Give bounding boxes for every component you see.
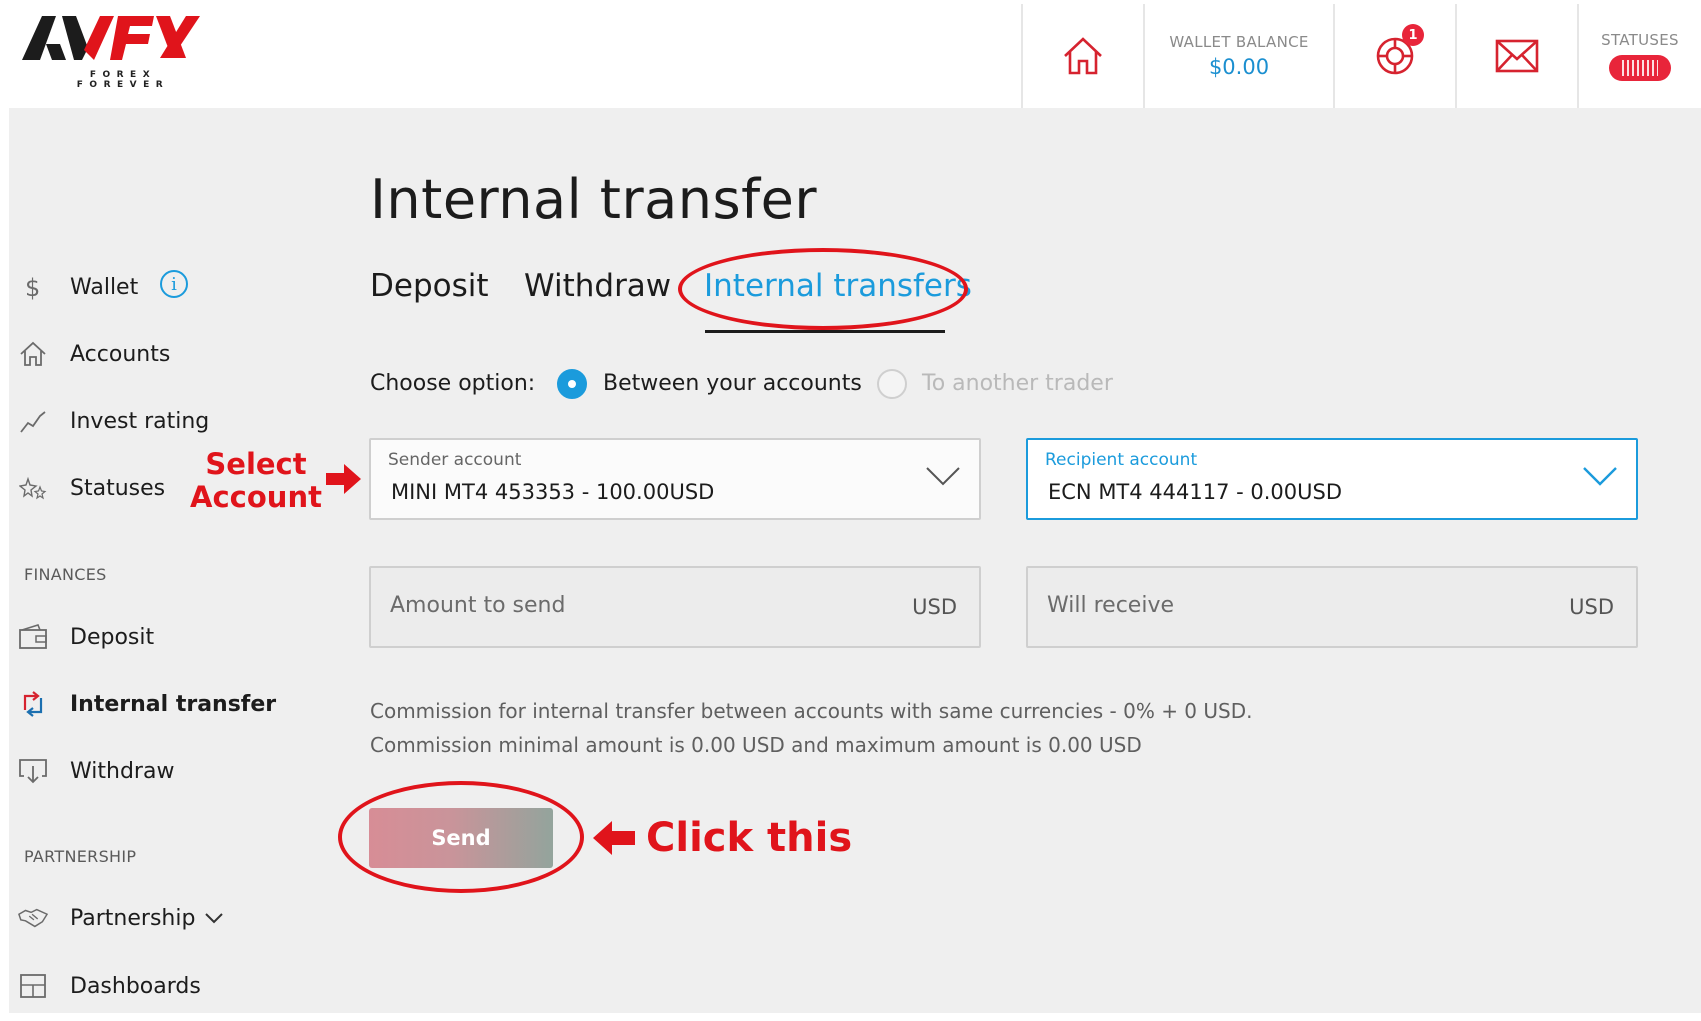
chevron-down-icon [1583,467,1617,486]
wallet-balance-caption: WALLET BALANCE [1169,33,1309,51]
transfer-icon [18,689,48,719]
top-header: FOREX FOREVER WALLET BALANCE $0.00 1 STA… [0,0,1701,108]
home-icon [18,339,48,369]
status-battery-icon [1609,55,1671,81]
amount-to-send-field[interactable]: Amount to send USD [369,566,981,648]
avfx-logo[interactable]: FOREX FOREVER [22,14,207,90]
dollar-icon: $ [18,272,48,302]
annotation-click-this: Click this [646,815,853,861]
svg-text:$: $ [25,274,40,301]
sidebar-item-label: Withdraw [70,758,175,784]
main-content [9,108,1701,1021]
sidebar-item-label: Accounts [70,341,171,367]
logo-mark [22,16,200,60]
sender-account-select[interactable]: Sender account MINI MT4 453353 - 100.00U… [369,438,981,520]
statuses-caption: STATUSES [1601,31,1679,49]
page-title: Internal transfer [370,168,818,231]
recipient-account-caption: Recipient account [1045,450,1198,470]
sidebar-item-label: Dashboards [70,973,201,999]
recipient-account-value: ECN MT4 444117 - 0.00USD [1048,480,1343,504]
chevron-down-icon[interactable] [204,912,224,924]
stars-icon [18,473,48,503]
notification-badge: 1 [1402,24,1424,46]
commission-note: Commission for internal transfer between… [370,699,1253,723]
sidebar-item-invest-rating[interactable]: Invest rating [18,401,209,441]
chevron-down-icon [926,467,960,486]
chart-line-icon [18,406,48,436]
sidebar-item-accounts[interactable]: Accounts [18,334,170,374]
commission-limits-note: Commission minimal amount is 0.00 USD an… [370,733,1142,757]
sidebar-item-withdraw[interactable]: Withdraw [18,751,174,791]
logo-tagline: FOREX FOREVER [76,70,170,90]
wallet-balance-value: $0.00 [1208,55,1270,79]
sidebar-item-label: Partnership [70,905,196,931]
sidebar-item-dashboards[interactable]: Dashboards [18,966,201,1006]
dashboard-icon [18,971,48,1001]
sender-account-caption: Sender account [388,450,522,470]
wallet-balance-widget[interactable]: WALLET BALANCE $0.00 [1143,4,1333,108]
arrow-left-icon [593,821,635,855]
arrow-right-icon [326,464,361,494]
support-button[interactable]: 1 [1333,4,1455,108]
tab-deposit[interactable]: Deposit [370,268,489,304]
sidebar-item-deposit[interactable]: Deposit [18,617,154,657]
highlight-ring-send [338,781,584,893]
radio-label-between-accounts[interactable]: Between your accounts [603,371,862,396]
home-button[interactable] [1021,4,1143,108]
sidebar-item-label: Deposit [70,624,155,650]
finances-heading: FINANCES [24,565,107,584]
active-tab-underline [705,330,945,333]
sidebar-item-partnership[interactable]: Partnership [18,898,223,938]
amount-to-send-placeholder: Amount to send [390,593,566,618]
will-receive-field[interactable]: Will receive USD [1026,566,1638,648]
sidebar-item-label: Statuses [70,475,166,501]
info-icon[interactable]: i [160,270,188,298]
sidebar-item-label: Wallet [70,274,139,300]
sidebar-item-label: Internal transfer [70,691,277,717]
handshake-icon [18,903,48,933]
radio-between-accounts[interactable] [557,369,587,399]
withdraw-icon [18,756,48,786]
will-receive-placeholder: Will receive [1047,593,1174,618]
will-receive-currency: USD [1569,595,1614,619]
amount-to-send-currency: USD [912,595,957,619]
bottom-frame [0,1013,1701,1021]
sidebar-item-wallet[interactable]: $ Wallet [18,267,138,307]
radio-label-another-trader[interactable]: To another trader [922,371,1113,396]
mail-icon [1495,39,1539,73]
radio-another-trader[interactable] [877,369,907,399]
annotation-select-account: Select Account [190,447,322,514]
tab-withdraw[interactable]: Withdraw [524,268,671,304]
sidebar-item-label: Invest rating [70,408,210,434]
sidebar-item-internal-transfer[interactable]: Internal transfer [18,684,276,724]
sidebar-item-statuses[interactable]: Statuses [18,468,165,508]
choose-option-label: Choose option: [370,371,536,396]
sender-account-value: MINI MT4 453353 - 100.00USD [391,480,715,504]
recipient-account-select[interactable]: Recipient account ECN MT4 444117 - 0.00U… [1026,438,1638,520]
wallet-icon [18,622,48,652]
messages-button[interactable] [1455,4,1577,108]
partnership-heading: PARTNERSHIP [24,847,137,866]
home-icon [1064,37,1102,75]
highlight-ring-tab [678,248,968,330]
statuses-widget[interactable]: STATUSES [1577,4,1701,108]
